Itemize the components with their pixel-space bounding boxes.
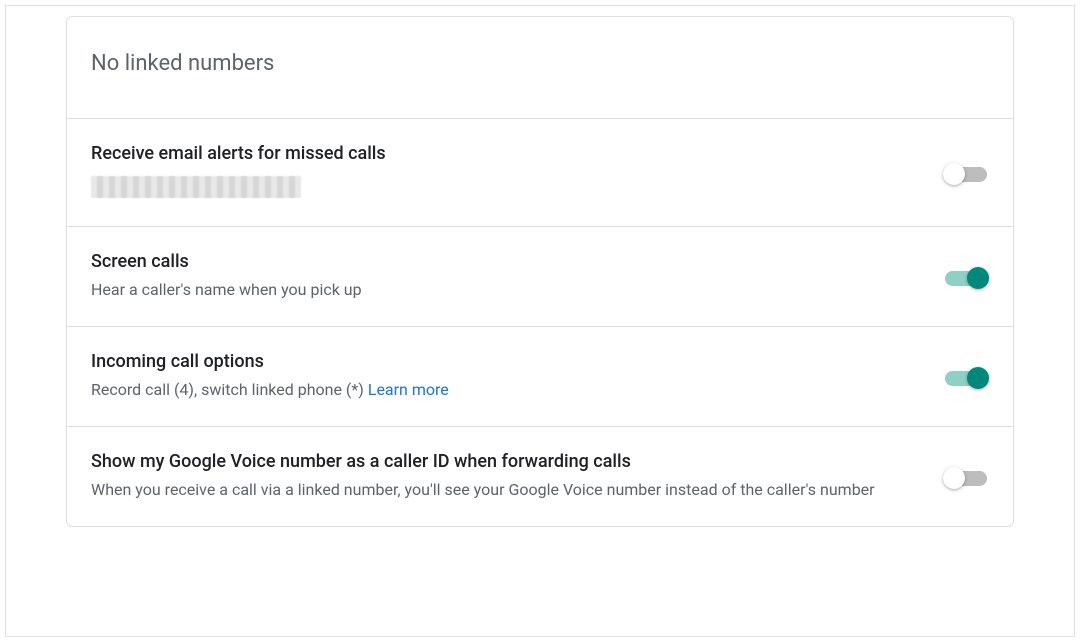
setting-screen-calls-text: Screen calls Hear a caller's name when y…	[91, 251, 919, 302]
setting-screen-calls: Screen calls Hear a caller's name when y…	[67, 227, 1013, 327]
linked-numbers-header: No linked numbers	[67, 17, 1013, 119]
settings-panel-frame: No linked numbers Receive email alerts f…	[5, 5, 1075, 637]
setting-email-alerts: Receive email alerts for missed calls	[67, 119, 1013, 227]
toggle-screen-calls[interactable]	[943, 267, 989, 287]
setting-email-alerts-text: Receive email alerts for missed calls	[91, 143, 919, 202]
setting-caller-id-text: Show my Google Voice number as a caller …	[91, 451, 919, 502]
setting-incoming-options: Incoming call options Record call (4), s…	[67, 327, 1013, 427]
learn-more-link[interactable]: Learn more	[368, 380, 449, 399]
setting-caller-id: Show my Google Voice number as a caller …	[67, 427, 1013, 526]
toggle-knob	[943, 467, 965, 489]
setting-incoming-options-text: Incoming call options Record call (4), s…	[91, 351, 919, 402]
redacted-email-value	[91, 176, 301, 198]
setting-screen-calls-title: Screen calls	[91, 251, 919, 272]
toggle-knob	[943, 163, 965, 185]
toggle-incoming-options[interactable]	[943, 367, 989, 387]
settings-card: No linked numbers Receive email alerts f…	[66, 16, 1014, 527]
linked-numbers-title: No linked numbers	[91, 51, 989, 76]
toggle-email-alerts[interactable]	[943, 163, 989, 183]
toggle-caller-id[interactable]	[943, 467, 989, 487]
setting-email-alerts-title: Receive email alerts for missed calls	[91, 143, 919, 164]
toggle-knob	[967, 367, 989, 389]
toggle-knob	[967, 267, 989, 289]
setting-caller-id-title: Show my Google Voice number as a caller …	[91, 451, 919, 472]
incoming-options-desc-prefix: Record call (4), switch linked phone (*)	[91, 380, 368, 399]
setting-incoming-options-title: Incoming call options	[91, 351, 919, 372]
setting-caller-id-desc: When you receive a call via a linked num…	[91, 478, 919, 502]
setting-incoming-options-desc: Record call (4), switch linked phone (*)…	[91, 378, 919, 402]
setting-screen-calls-desc: Hear a caller's name when you pick up	[91, 278, 919, 302]
